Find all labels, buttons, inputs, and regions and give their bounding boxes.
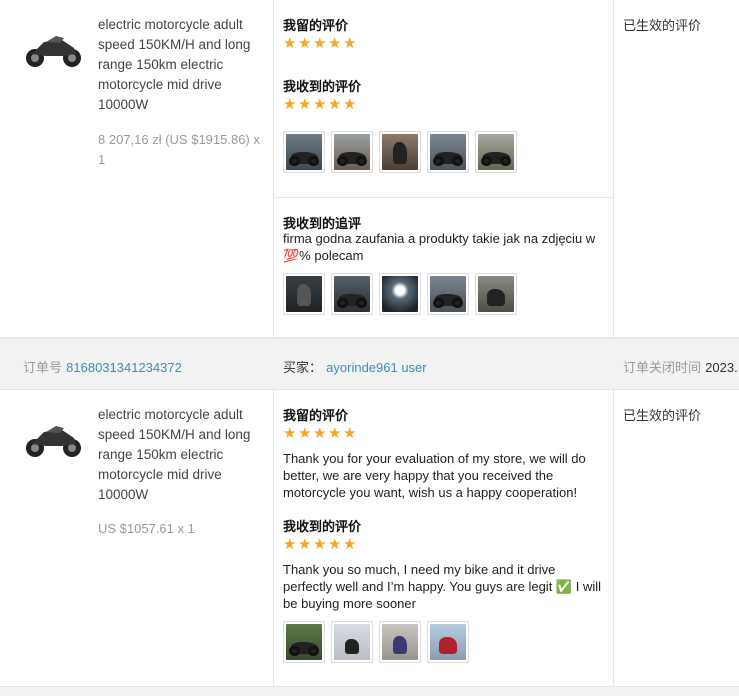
review-photo[interactable] xyxy=(331,131,373,173)
star-icon: ★ xyxy=(283,536,297,553)
star-icon: ★ xyxy=(343,35,357,52)
review-photo[interactable] xyxy=(283,621,325,663)
star-icon: ★ xyxy=(313,96,327,113)
received-review-heading: 我收到的评价 xyxy=(283,520,362,535)
review-photo[interactable] xyxy=(331,621,373,663)
star-icon: ★ xyxy=(298,425,312,442)
star-icon: ★ xyxy=(313,425,327,442)
my-review-heading: 我留的评价 xyxy=(283,19,349,34)
review-photo[interactable] xyxy=(379,621,421,663)
followup-review-text: firma godna zaufania a produkty takie ja… xyxy=(283,231,596,263)
star-icon: ★ xyxy=(283,35,297,52)
product-title[interactable]: electric motorcycle adult speed 150KM/H … xyxy=(98,405,270,505)
review-photo[interactable] xyxy=(427,621,469,663)
star-icon: ★ xyxy=(343,536,357,553)
star-icon: ★ xyxy=(343,96,357,113)
product-price: 8 207,16 zł (US $1915.86) x 1 xyxy=(98,132,260,167)
divider xyxy=(273,390,274,686)
product-price: US $1057.61 x 1 xyxy=(98,521,195,536)
received-review-heading: 我收到的评价 xyxy=(283,80,362,95)
order-number: 订单号 8168031341234372 xyxy=(23,357,182,376)
review-photo[interactable] xyxy=(379,273,421,315)
star-icon: ★ xyxy=(313,536,327,553)
rating-stars: ★ ★ ★ ★ ★ xyxy=(283,425,357,443)
next-order-bar xyxy=(0,686,739,696)
divider xyxy=(273,0,274,337)
received-review-text: Thank you so much, I need my bike and it… xyxy=(283,562,601,611)
order-number-link[interactable]: 8168031341234372 xyxy=(66,360,182,375)
star-icon: ★ xyxy=(298,96,312,113)
rating-stars: ★ ★ ★ ★ ★ xyxy=(283,96,357,114)
star-icon: ★ xyxy=(283,425,297,442)
product-title[interactable]: electric motorcycle adult speed 150KM/H … xyxy=(98,15,270,115)
review-status: 已生效的评价 xyxy=(623,19,702,34)
order-row-1: electric motorcycle adult speed 150KM/H … xyxy=(0,0,739,338)
rating-stars: ★ ★ ★ ★ ★ xyxy=(283,536,357,554)
star-icon: ★ xyxy=(328,536,342,553)
my-review-text: Thank you for your evaluation of my stor… xyxy=(283,451,586,500)
review-photo[interactable] xyxy=(283,131,325,173)
star-icon: ★ xyxy=(298,536,312,553)
star-icon: ★ xyxy=(328,35,342,52)
order-info-bar: 订单号 8168031341234372 买家： ayorinde961 use… xyxy=(0,338,739,390)
review-photo[interactable] xyxy=(427,131,469,173)
my-review-heading: 我留的评价 xyxy=(283,409,349,424)
star-icon: ★ xyxy=(283,96,297,113)
review-photo[interactable] xyxy=(283,273,325,315)
review-photo[interactable] xyxy=(379,131,421,173)
followup-photos xyxy=(283,273,517,315)
rating-stars: ★ ★ ★ ★ ★ xyxy=(283,35,357,53)
order-number-label: 订单号 xyxy=(23,361,63,376)
motorcycle-thumbnail[interactable] xyxy=(22,416,84,460)
review-photos xyxy=(283,621,469,663)
review-photo[interactable] xyxy=(475,131,517,173)
star-icon: ★ xyxy=(343,425,357,442)
close-time-label: 订单关闭时间 xyxy=(623,361,702,376)
review-photo[interactable] xyxy=(475,273,517,315)
divider xyxy=(613,0,614,337)
star-icon: ★ xyxy=(328,96,342,113)
review-status: 已生效的评价 xyxy=(623,409,702,424)
divider xyxy=(273,197,613,198)
buyer-label: 买家： xyxy=(283,361,323,376)
star-icon: ★ xyxy=(298,35,312,52)
star-icon: ★ xyxy=(313,35,327,52)
divider xyxy=(613,390,614,686)
star-icon: ★ xyxy=(328,425,342,442)
review-photo[interactable] xyxy=(427,273,469,315)
review-photos xyxy=(283,131,517,173)
review-photo[interactable] xyxy=(331,273,373,315)
motorcycle-thumbnail[interactable] xyxy=(22,26,84,70)
buyer-link[interactable]: ayorinde961 user xyxy=(326,360,426,375)
order-close-time: 订单关闭时间 2023. xyxy=(623,357,738,376)
order-row-2: electric motorcycle adult speed 150KM/H … xyxy=(0,390,739,686)
close-time-value: 2023. xyxy=(705,360,738,375)
buyer-info: 买家： ayorinde961 user xyxy=(283,357,427,376)
